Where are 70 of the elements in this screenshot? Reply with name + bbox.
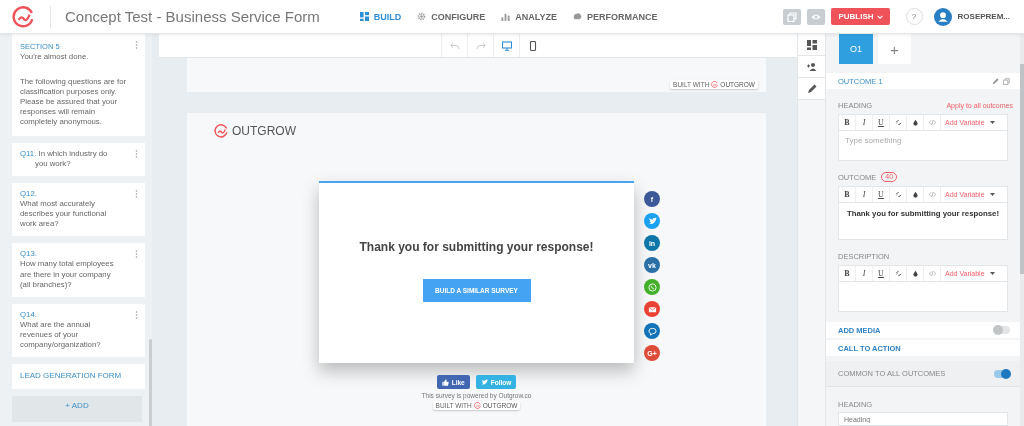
drop-icon (911, 191, 919, 198)
more-icon[interactable] (135, 149, 138, 158)
toggle-switch[interactable] (994, 326, 1010, 334)
share-button[interactable] (644, 323, 660, 339)
pencil-icon[interactable] (992, 77, 999, 85)
redo-icon (475, 40, 486, 51)
form-title: Concept Test - Business Service Form (65, 8, 320, 25)
gear-icon (417, 12, 427, 21)
code-icon (928, 191, 936, 198)
brand-name: OUTGROW (232, 124, 296, 138)
add-outcome-button[interactable]: + (878, 34, 911, 64)
grid-icon (806, 39, 817, 50)
desktop-icon (501, 40, 512, 51)
code-icon (928, 119, 936, 126)
chat-icon (647, 326, 657, 336)
cloud-icon (573, 12, 582, 21)
help-button[interactable]: ? (905, 8, 923, 25)
share-button[interactable] (644, 301, 660, 317)
link-icon (894, 270, 902, 277)
avatar-icon[interactable] (933, 7, 952, 26)
nav-tab[interactable]: ANALYZE (501, 11, 557, 22)
style-button[interactable] (798, 78, 825, 100)
caret-icon (989, 120, 995, 125)
share-button[interactable] (644, 279, 660, 295)
logo-icon (214, 124, 228, 138)
thumbs-up-icon (441, 378, 449, 386)
logo-icon (473, 402, 481, 409)
nav-tab[interactable]: BUILD (359, 11, 402, 22)
logo-icon (711, 81, 719, 88)
layout-button[interactable] (798, 34, 825, 56)
logo-icon (12, 5, 34, 28)
editor-field[interactable]: Type something (838, 131, 1008, 161)
publish-button[interactable]: PUBLISH (831, 8, 890, 25)
pencil-icon (806, 83, 817, 94)
copy-button[interactable] (783, 8, 802, 25)
bird-icon (480, 378, 488, 386)
link-icon (894, 191, 902, 198)
add-user-icon (806, 61, 817, 72)
copy-icon[interactable] (1003, 77, 1010, 85)
caret-icon (989, 192, 995, 197)
caret-icon (876, 13, 883, 20)
lead-button[interactable] (798, 56, 825, 78)
share-button[interactable] (644, 213, 660, 229)
toggle-switch[interactable] (994, 369, 1010, 378)
result-message: Thank you for submitting your response! (359, 240, 594, 254)
grid-icon (359, 12, 369, 21)
outcome-tab[interactable]: O1 (839, 34, 873, 64)
code-icon (928, 270, 936, 277)
user-name[interactable]: ROSEPREM... (957, 12, 1010, 21)
bar-chart-icon (501, 12, 511, 21)
undo-icon (449, 40, 460, 51)
drop-icon (911, 119, 919, 126)
more-icon[interactable] (135, 250, 138, 259)
lead-form-card[interactable]: LEAD GENERATION FORM (12, 364, 145, 389)
more-icon[interactable] (135, 310, 138, 319)
mobile-icon (527, 40, 538, 51)
bird-icon (647, 216, 657, 226)
more-icon[interactable] (135, 41, 138, 49)
preview-button[interactable] (807, 8, 826, 25)
link-icon (894, 119, 902, 126)
nav-tab[interactable]: PERFORMANCE (573, 11, 658, 22)
drop-icon (911, 270, 919, 277)
copy-icon (787, 11, 798, 22)
caret-icon (989, 271, 995, 276)
phone-icon (647, 282, 657, 292)
more-icon[interactable] (135, 189, 138, 198)
nav-tab[interactable]: CONFIGURE (417, 11, 486, 22)
add-button[interactable]: + ADD (12, 395, 142, 422)
envelope-icon (647, 304, 657, 314)
editor-field[interactable] (838, 282, 1008, 312)
